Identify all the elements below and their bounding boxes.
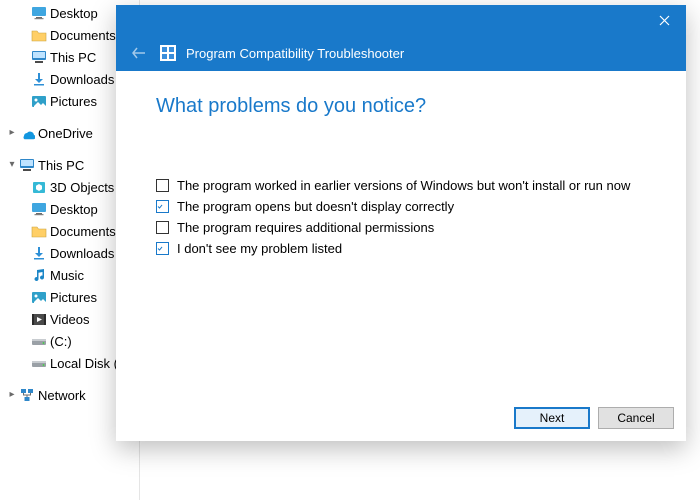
- problem-option-0[interactable]: The program worked in earlier versions o…: [156, 178, 646, 193]
- tree-item-label: Downloads: [50, 246, 114, 261]
- tree-item-label: (C:): [50, 334, 72, 349]
- option-label: The program worked in earlier versions o…: [177, 178, 630, 193]
- desktop-icon: [30, 5, 48, 21]
- dialog-heading: What problems do you notice?: [156, 95, 646, 118]
- dialog-titlebar: [116, 5, 686, 35]
- tree-item-label: Pictures: [50, 94, 97, 109]
- tree-item-label: Network: [38, 388, 86, 403]
- cancel-button[interactable]: Cancel: [598, 407, 674, 429]
- checkbox[interactable]: [156, 200, 169, 213]
- option-label: The program opens but doesn't display co…: [177, 199, 454, 214]
- problem-option-2[interactable]: The program requires additional permissi…: [156, 220, 646, 235]
- music-icon: [30, 267, 48, 283]
- desktop-icon: [30, 201, 48, 217]
- thispc-icon: [18, 157, 36, 173]
- pictures-icon: [30, 93, 48, 109]
- tree-item-label: OneDrive: [38, 126, 93, 141]
- download-icon: [30, 245, 48, 261]
- tree-item-label: 3D Objects: [50, 180, 114, 195]
- onedrive-icon: [18, 125, 36, 141]
- checkbox[interactable]: [156, 221, 169, 234]
- tree-item-label: Desktop: [50, 6, 98, 21]
- option-label: The program requires additional permissi…: [177, 220, 434, 235]
- dialog-body: What problems do you notice? The program…: [116, 71, 686, 397]
- next-button-label: Next: [540, 411, 565, 425]
- problem-options: The program worked in earlier versions o…: [156, 178, 646, 256]
- pictures-icon: [30, 289, 48, 305]
- problem-option-1[interactable]: The program opens but doesn't display co…: [156, 199, 646, 214]
- troubleshooter-icon: [160, 45, 176, 61]
- folder-icon: [30, 223, 48, 239]
- tree-item-label: This PC: [38, 158, 84, 173]
- tree-item-label: Desktop: [50, 202, 98, 217]
- chevron-icon: ▾: [6, 159, 18, 171]
- chevron-icon: ▸: [6, 127, 18, 139]
- option-label: I don't see my problem listed: [177, 241, 342, 256]
- tree-item-label: Videos: [50, 312, 90, 327]
- drive-icon: [30, 355, 48, 371]
- folder-icon: [30, 27, 48, 43]
- tree-item-label: Pictures: [50, 290, 97, 305]
- checkbox[interactable]: [156, 179, 169, 192]
- dialog-title: Program Compatibility Troubleshooter: [186, 46, 404, 61]
- back-button[interactable]: [128, 42, 150, 64]
- tree-item-label: Downloads: [50, 72, 114, 87]
- compatibility-troubleshooter-dialog: Program Compatibility Troubleshooter Wha…: [116, 5, 686, 441]
- tree-item-label: This PC: [50, 50, 96, 65]
- videos-icon: [30, 311, 48, 327]
- network-icon: [18, 387, 36, 403]
- close-button[interactable]: [642, 5, 686, 35]
- checkbox[interactable]: [156, 242, 169, 255]
- dialog-footer: Next Cancel: [116, 397, 686, 441]
- tree-item-label: Documents: [50, 224, 116, 239]
- download-icon: [30, 71, 48, 87]
- drive-icon: [30, 333, 48, 349]
- tree-item-label: Music: [50, 268, 84, 283]
- tree-item-label: Documents: [50, 28, 116, 43]
- dialog-header: Program Compatibility Troubleshooter: [116, 35, 686, 71]
- 3d-icon: [30, 179, 48, 195]
- chevron-icon: ▸: [6, 389, 18, 401]
- problem-option-3[interactable]: I don't see my problem listed: [156, 241, 646, 256]
- thispc-icon: [30, 49, 48, 65]
- next-button[interactable]: Next: [514, 407, 590, 429]
- cancel-button-label: Cancel: [617, 411, 654, 425]
